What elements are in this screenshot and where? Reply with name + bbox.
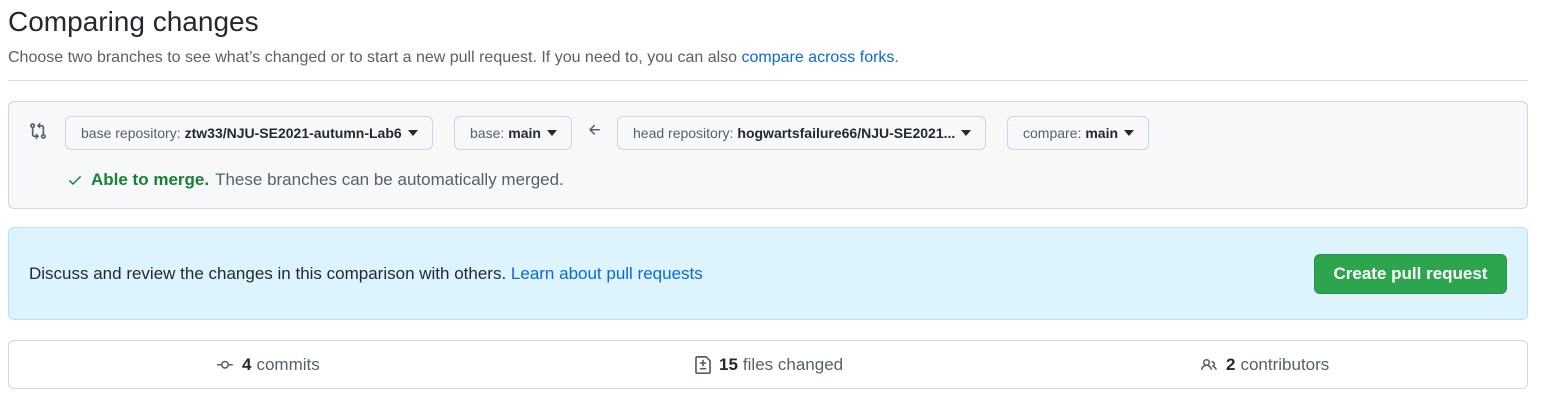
- caret-down-icon: [407, 130, 418, 136]
- check-icon: [69, 176, 81, 185]
- page-subtitle: Choose two branches to see what’s change…: [8, 47, 899, 69]
- merge-status-text: These branches can be automatically merg…: [215, 170, 564, 189]
- create-pr-banner: Discuss and review the changes in this c…: [8, 227, 1528, 320]
- contributors-count: 2: [1226, 354, 1236, 374]
- compare-across-forks-link[interactable]: compare across forks: [741, 49, 894, 66]
- head-repository-label: head repository:: [633, 125, 734, 141]
- file-diff-icon: [695, 355, 711, 374]
- page-title: Comparing changes: [8, 6, 259, 37]
- caret-down-icon: [1124, 130, 1135, 136]
- compare-branch-select[interactable]: compare: main: [1007, 116, 1150, 150]
- head-repository-value: hogwartsfailure66/NJU-SE2021...: [737, 125, 956, 141]
- contributors-label: contributors: [1240, 354, 1330, 374]
- files-changed-tab[interactable]: 15 files changed: [694, 341, 843, 388]
- arrow-left-icon: [589, 124, 600, 135]
- caret-down-icon: [961, 130, 972, 136]
- git-compare-icon: [30, 122, 46, 140]
- files-changed-label: files changed: [742, 354, 844, 374]
- base-branch-label: base:: [470, 125, 505, 141]
- base-repository-label: base repository:: [81, 125, 181, 141]
- files-changed-count: 15: [719, 354, 738, 374]
- commit-icon: [217, 360, 233, 369]
- commits-tab[interactable]: 4 commits: [215, 341, 320, 388]
- subtitle-text: Choose two branches to see what’s change…: [8, 49, 742, 66]
- commits-count: 4: [242, 354, 252, 374]
- merge-status: Able to merge. These branches can be aut…: [67, 170, 564, 190]
- header-divider: [8, 80, 1528, 81]
- people-icon: [1201, 358, 1217, 370]
- commits-label: commits: [256, 354, 320, 374]
- banner-text: Discuss and review the changes in this c…: [29, 263, 703, 285]
- base-repository-value: ztw33/NJU-SE2021-autumn-Lab6: [184, 125, 402, 141]
- base-repository-select[interactable]: base repository: ztw33/NJU-SE2021-autumn…: [65, 116, 433, 150]
- compare-branch-label: compare:: [1023, 125, 1082, 141]
- base-branch-value: main: [508, 125, 541, 141]
- learn-about-pull-requests-link[interactable]: Learn about pull requests: [511, 264, 703, 283]
- contributors-tab[interactable]: 2 contributors: [1199, 341, 1329, 388]
- comparison-summary: 4 commits 15 files changed 2 contributor…: [8, 340, 1528, 389]
- merge-status-label: Able to merge.: [91, 170, 210, 189]
- subtitle-end: .: [894, 49, 899, 66]
- caret-down-icon: [546, 130, 557, 136]
- create-pull-request-button[interactable]: Create pull request: [1314, 254, 1507, 294]
- banner-message: Discuss and review the changes in this c…: [29, 264, 511, 283]
- range-editor: base repository: ztw33/NJU-SE2021-autumn…: [8, 101, 1528, 209]
- base-branch-select[interactable]: base: main: [454, 116, 572, 150]
- compare-branch-value: main: [1085, 125, 1119, 141]
- head-repository-select[interactable]: head repository: hogwartsfailure66/NJU-S…: [617, 116, 987, 150]
